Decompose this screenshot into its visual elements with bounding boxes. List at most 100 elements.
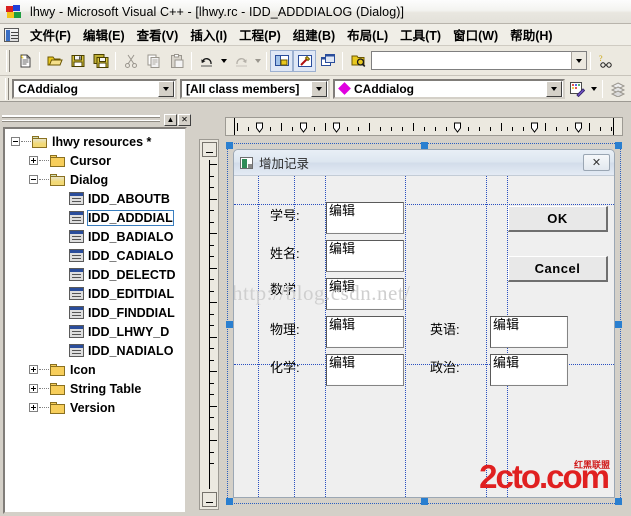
panel-drag-grip[interactable]	[2, 115, 160, 124]
chevron-down-icon[interactable]	[546, 80, 562, 97]
label-wuli[interactable]: 物理:	[270, 323, 300, 336]
tree-node[interactable]: IDD_ABOUTB	[5, 189, 185, 208]
resize-handle-nw[interactable]	[226, 142, 233, 149]
tree-expander[interactable]	[29, 156, 38, 165]
ok-button[interactable]: OK	[508, 206, 608, 232]
classwizard-icon[interactable]	[565, 78, 588, 100]
label-shuxue[interactable]: 数学	[270, 283, 296, 296]
vertical-ruler[interactable]	[199, 139, 219, 510]
menu-item-edit[interactable]: 编辑(E)	[77, 23, 131, 46]
paste-icon[interactable]	[165, 50, 188, 72]
wizardbar-grip[interactable]	[5, 77, 9, 100]
ruler-tab-marker[interactable]	[255, 122, 264, 133]
resize-handle-w[interactable]	[226, 320, 233, 328]
panel-minimize-button[interactable]: ▲	[164, 113, 177, 126]
tree-node[interactable]: Icon	[5, 360, 185, 379]
resource-tree[interactable]: lhwy resources * Cursor Dialog IDD_ABOUTB ID…	[3, 127, 187, 514]
find-dropdown-icon[interactable]	[571, 51, 587, 70]
tree-expander[interactable]	[29, 365, 38, 374]
chevron-down-icon[interactable]	[158, 80, 174, 97]
tree-node[interactable]: IDD_EDITDIAL	[5, 284, 185, 303]
save-all-icon[interactable]	[89, 50, 112, 72]
resize-handle-s[interactable]	[421, 498, 428, 505]
stack-icon[interactable]	[606, 78, 629, 100]
find-input[interactable]	[371, 51, 571, 70]
new-file-icon[interactable]	[13, 50, 36, 72]
menu-item-layout[interactable]: 布局(L)	[341, 23, 394, 46]
chevron-down-icon[interactable]	[311, 80, 327, 97]
edit-shuxue[interactable]: 编辑	[326, 278, 404, 310]
undo-dropdown-icon[interactable]	[218, 50, 229, 72]
menu-item-build[interactable]: 组建(B)	[287, 23, 341, 46]
tree-node[interactable]: Cursor	[5, 151, 185, 170]
tree-node[interactable]: IDD_FINDDIAL	[5, 303, 185, 322]
horizontal-ruler[interactable]	[225, 117, 623, 136]
menu-item-project[interactable]: 工程(P)	[233, 23, 287, 46]
save-icon[interactable]	[66, 50, 89, 72]
resize-handle-sw[interactable]	[226, 498, 233, 505]
workspace-icon[interactable]	[270, 49, 293, 72]
resize-handle-se[interactable]	[615, 498, 622, 505]
vertical-ruler-bottom-marker[interactable]	[202, 492, 217, 507]
menu-item-tools[interactable]: 工具(T)	[394, 23, 447, 46]
edit-wuli[interactable]: 编辑	[326, 316, 404, 348]
dialog-selection-wrapper[interactable]: 增加记录 ✕ 学号: 编辑 姓名: 编辑 数学 编辑 物理: 编辑 化学: 编辑 英语: 编	[226, 142, 622, 505]
ruler-tab-marker[interactable]	[299, 122, 308, 133]
resize-handle-e[interactable]	[615, 320, 622, 328]
edit-zhengzhi[interactable]: 编辑	[490, 354, 568, 386]
document-icon[interactable]	[4, 27, 19, 42]
tree-node[interactable]: Version	[5, 398, 185, 417]
resize-handle-ne[interactable]	[615, 142, 622, 149]
dialog-preview[interactable]: 增加记录 ✕ 学号: 编辑 姓名: 编辑 数学 编辑 物理: 编辑 化学: 编辑 英语: 编	[233, 149, 615, 498]
tree-node[interactable]: IDD_LHWY_D	[5, 322, 185, 341]
function-combo[interactable]: CAddialog	[333, 78, 565, 99]
edit-yingyu[interactable]: 编辑	[490, 316, 568, 348]
find-binoculars-icon[interactable]: ?	[594, 50, 617, 72]
vertical-ruler-top-marker[interactable]	[202, 142, 217, 157]
panel-close-button[interactable]: ✕	[178, 113, 191, 126]
label-xuehao[interactable]: 学号:	[270, 209, 300, 222]
menu-item-help[interactable]: 帮助(H)	[504, 23, 558, 46]
output-window-icon[interactable]	[293, 49, 316, 72]
edit-xuehao[interactable]: 编辑	[326, 202, 404, 234]
label-xingming[interactable]: 姓名:	[270, 247, 300, 260]
label-huaxue[interactable]: 化学:	[270, 361, 300, 374]
label-yingyu[interactable]: 英语:	[430, 323, 460, 336]
tree-node[interactable]: IDD_DELECTD	[5, 265, 185, 284]
tree-node[interactable]: IDD_BADIALO	[5, 227, 185, 246]
toolbar-grip[interactable]	[6, 49, 10, 72]
ruler-tab-marker[interactable]	[574, 122, 583, 133]
ruler-tab-marker[interactable]	[530, 122, 539, 133]
tree-node[interactable]: IDD_NADIALO	[5, 341, 185, 360]
menu-item-insert[interactable]: 插入(I)	[184, 23, 233, 46]
cancel-button[interactable]: Cancel	[508, 256, 608, 282]
ruler-tab-marker[interactable]	[332, 122, 341, 133]
copy-icon[interactable]	[142, 50, 165, 72]
tree-expander[interactable]	[29, 403, 38, 412]
resize-handle-n[interactable]	[421, 142, 428, 149]
redo-icon[interactable]	[229, 50, 252, 72]
open-file-icon[interactable]	[43, 50, 66, 72]
tree-expander[interactable]	[29, 175, 38, 184]
classwizard-dropdown-icon[interactable]	[588, 78, 599, 100]
tree-node[interactable]: IDD_CADIALO	[5, 246, 185, 265]
tree-node[interactable]: String Table	[5, 379, 185, 398]
tree-node[interactable]: Dialog	[5, 170, 185, 189]
tree-expander[interactable]	[29, 384, 38, 393]
cut-icon[interactable]	[119, 50, 142, 72]
dialog-close-button[interactable]: ✕	[583, 154, 610, 171]
tree-expander[interactable]	[11, 137, 20, 146]
members-combo[interactable]: [All class members]	[180, 78, 330, 99]
dialog-client-area[interactable]: 学号: 编辑 姓名: 编辑 数学 编辑 物理: 编辑 化学: 编辑 英语: 编辑 政治: 编辑 OK Canc…	[234, 176, 614, 497]
edit-huaxue[interactable]: 编辑	[326, 354, 404, 386]
redo-dropdown-icon[interactable]	[252, 50, 263, 72]
menu-item-view[interactable]: 查看(V)	[131, 23, 185, 46]
dialog-canvas[interactable]: 增加记录 ✕ 学号: 编辑 姓名: 编辑 数学 编辑 物理: 编辑 化学: 编辑 英语: 编	[225, 139, 625, 510]
menu-item-file[interactable]: 文件(F)	[24, 23, 77, 46]
undo-icon[interactable]	[195, 50, 218, 72]
find-input-field[interactable]	[372, 53, 571, 68]
find-in-files-icon[interactable]	[346, 50, 369, 72]
ruler-tab-marker[interactable]	[453, 122, 462, 133]
edit-xingming[interactable]: 编辑	[326, 240, 404, 272]
menu-item-window[interactable]: 窗口(W)	[447, 23, 504, 46]
